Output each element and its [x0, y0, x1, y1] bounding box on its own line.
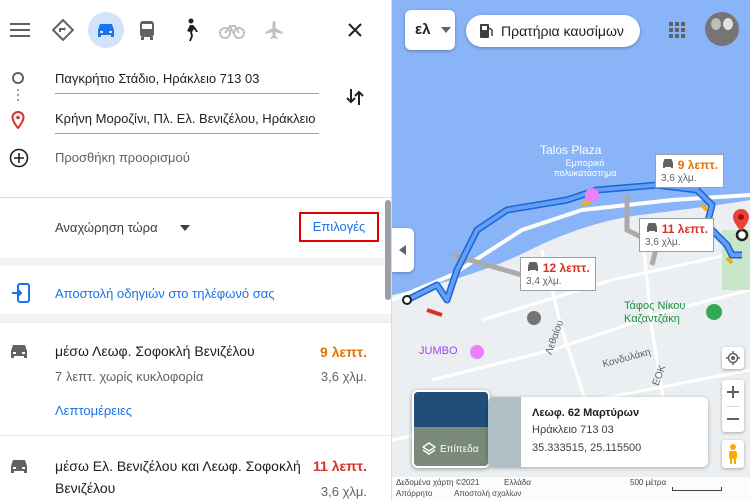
swap-icon[interactable] — [345, 86, 365, 108]
poi-talos-subtitle: Εμπορικό πολυκατάστημα — [553, 158, 617, 178]
zoom-out-icon[interactable] — [727, 417, 739, 421]
bubble-time: 12 λεπτ. — [542, 261, 590, 275]
plane-icon[interactable] — [256, 12, 292, 48]
pegman-icon — [729, 444, 737, 464]
route-subtitle: 7 λεπτ. χωρίς κυκλοφορία — [55, 369, 204, 384]
gas-station-icon — [480, 24, 493, 38]
route-time: 9 λεπτ. — [320, 344, 367, 360]
directions-panel: Παγκρήτιο Στάδιο, Ηράκλειο 713 03 Κρήνη … — [0, 0, 392, 500]
send-to-phone-link[interactable]: Αποστολή οδηγιών στο τηλέφωνό σας — [55, 286, 275, 301]
fuel-chip-label: Πρατήρια καυσίμων — [501, 23, 624, 39]
bus-icon[interactable] — [129, 12, 165, 48]
bubble-distance: 3,4 χλμ. — [526, 276, 562, 287]
chevron-left-icon — [399, 245, 406, 255]
route-title: μέσω Λεωφ. Σοφοκλή Βενιζέλου — [55, 343, 255, 359]
place-photo — [488, 397, 521, 467]
chevron-down-icon — [441, 27, 451, 33]
feedback-link[interactable]: Αποστολή σχολίων — [454, 489, 521, 498]
add-icon[interactable] — [9, 148, 29, 168]
car-icon — [11, 460, 27, 473]
route-distance: 3,6 χλμ. — [320, 484, 367, 499]
location-icon — [726, 351, 740, 365]
map-footer: Δεδομένα χάρτη ©2021 Ελλάδα Απόρρητο Απο… — [392, 477, 750, 500]
fuel-stations-chip[interactable]: Πρατήρια καυσίμων — [466, 15, 640, 47]
bubble-time: 11 λεπτ. — [661, 222, 709, 236]
details-link[interactable]: Λεπτομέρειες — [55, 403, 132, 418]
route-distance: 3,6 χλμ. — [320, 369, 367, 384]
route-option-2[interactable]: μέσω Ελ. Βενιζέλου και Λεωφ. Σοφοκλή Βεν… — [0, 435, 391, 500]
directions-icon[interactable] — [45, 12, 81, 48]
poi-kazantzakis-tomb[interactable]: Τάφος Νίκου Καζαντζάκη — [624, 300, 704, 326]
car-icon[interactable] — [88, 12, 124, 48]
street-view-pegman[interactable] — [722, 440, 744, 468]
country-label: Ελλάδα — [504, 478, 531, 487]
bike-icon[interactable] — [214, 12, 250, 48]
map-data-credit: Δεδομένα χάρτη ©2021 — [396, 478, 480, 487]
send-to-phone-icon — [12, 283, 30, 303]
place-address: Ηράκλειο 713 03 — [532, 424, 614, 436]
scrollbar[interactable] — [385, 200, 391, 300]
origin-dot-icon — [12, 72, 24, 84]
map-view[interactable]: ελ Πρατήρια καυσίμων Talos Plaza Εμπορικ… — [392, 0, 750, 500]
origin-input[interactable]: Παγκρήτιο Στάδιο, Ηράκλειο 713 03 — [55, 66, 319, 94]
chevron-down-icon[interactable] — [179, 224, 191, 232]
car-icon — [11, 345, 27, 358]
route-title: μέσω Ελ. Βενιζέλου και Λεωφ. Σοφοκλή Βεν… — [55, 458, 301, 496]
bubble-time: 9 λεπτ. — [677, 158, 719, 172]
zoom-in-icon[interactable] — [727, 386, 739, 398]
zoom-controls — [722, 380, 744, 432]
walk-icon[interactable] — [172, 12, 208, 48]
separator — [0, 314, 391, 322]
car-icon — [647, 223, 657, 232]
car-icon — [663, 159, 673, 168]
route-bubble-1[interactable]: 9 λεπτ. 3,6 χλμ. — [655, 154, 725, 188]
scale-bar — [672, 487, 722, 491]
separator — [0, 258, 391, 266]
poi-jumbo[interactable]: JUMBO — [419, 345, 458, 357]
options-button[interactable]: Επιλογές — [299, 212, 379, 242]
menu-icon[interactable] — [2, 12, 38, 48]
place-card[interactable]: Λεωφ. 62 Μαρτύρων Ηράκλειο 713 03 35.333… — [488, 397, 708, 467]
poi-talos-plaza[interactable]: Talos Plaza — [540, 143, 601, 157]
route-time: 11 λεπτ. — [313, 458, 367, 474]
car-icon — [528, 262, 538, 271]
scale-label[interactable]: 500 μέτρα — [630, 478, 666, 487]
bubble-distance: 3,6 χλμ. — [661, 173, 697, 184]
destination-input[interactable]: Κρήνη Μοροζίνι, Πλ. Ελ. Βενιζέλου, Ηράκλ… — [55, 106, 319, 134]
language-label: ελ — [415, 21, 431, 38]
route-option-1[interactable]: μέσω Λεωφ. Σοφοκλή Βενιζέλου 9 λεπτ. 7 λ… — [0, 322, 391, 435]
route-bubble-3[interactable]: 12 λεπτ. 3,4 χλμ. — [520, 257, 596, 291]
layers-label: Επίπεδα — [440, 444, 479, 455]
depart-now-dropdown[interactable]: Αναχώρηση τώρα — [55, 220, 158, 235]
collapse-panel-button[interactable] — [392, 228, 414, 272]
language-button[interactable]: ελ — [405, 10, 455, 50]
privacy-link[interactable]: Απόρρητο — [396, 489, 432, 498]
route-bubble-2[interactable]: 11 λεπτ. 3,6 χλμ. — [639, 218, 715, 252]
divider — [0, 197, 391, 198]
route-dots — [17, 89, 19, 91]
apps-grid-icon[interactable] — [668, 21, 686, 39]
layers-icon — [422, 442, 436, 455]
my-location-button[interactable] — [722, 347, 744, 369]
place-coordinates: 35.333515, 25.115500 — [532, 442, 642, 454]
add-destination-link[interactable]: Προσθήκη προορισμού — [55, 150, 190, 165]
destination-pin-icon — [11, 111, 25, 129]
layers-button[interactable]: Επίπεδα — [412, 390, 490, 468]
close-icon[interactable] — [337, 12, 373, 48]
place-title: Λεωφ. 62 Μαρτύρων — [532, 407, 640, 419]
travel-modes — [0, 12, 391, 52]
bubble-distance: 3,6 χλμ. — [645, 237, 681, 248]
avatar[interactable] — [705, 12, 739, 46]
